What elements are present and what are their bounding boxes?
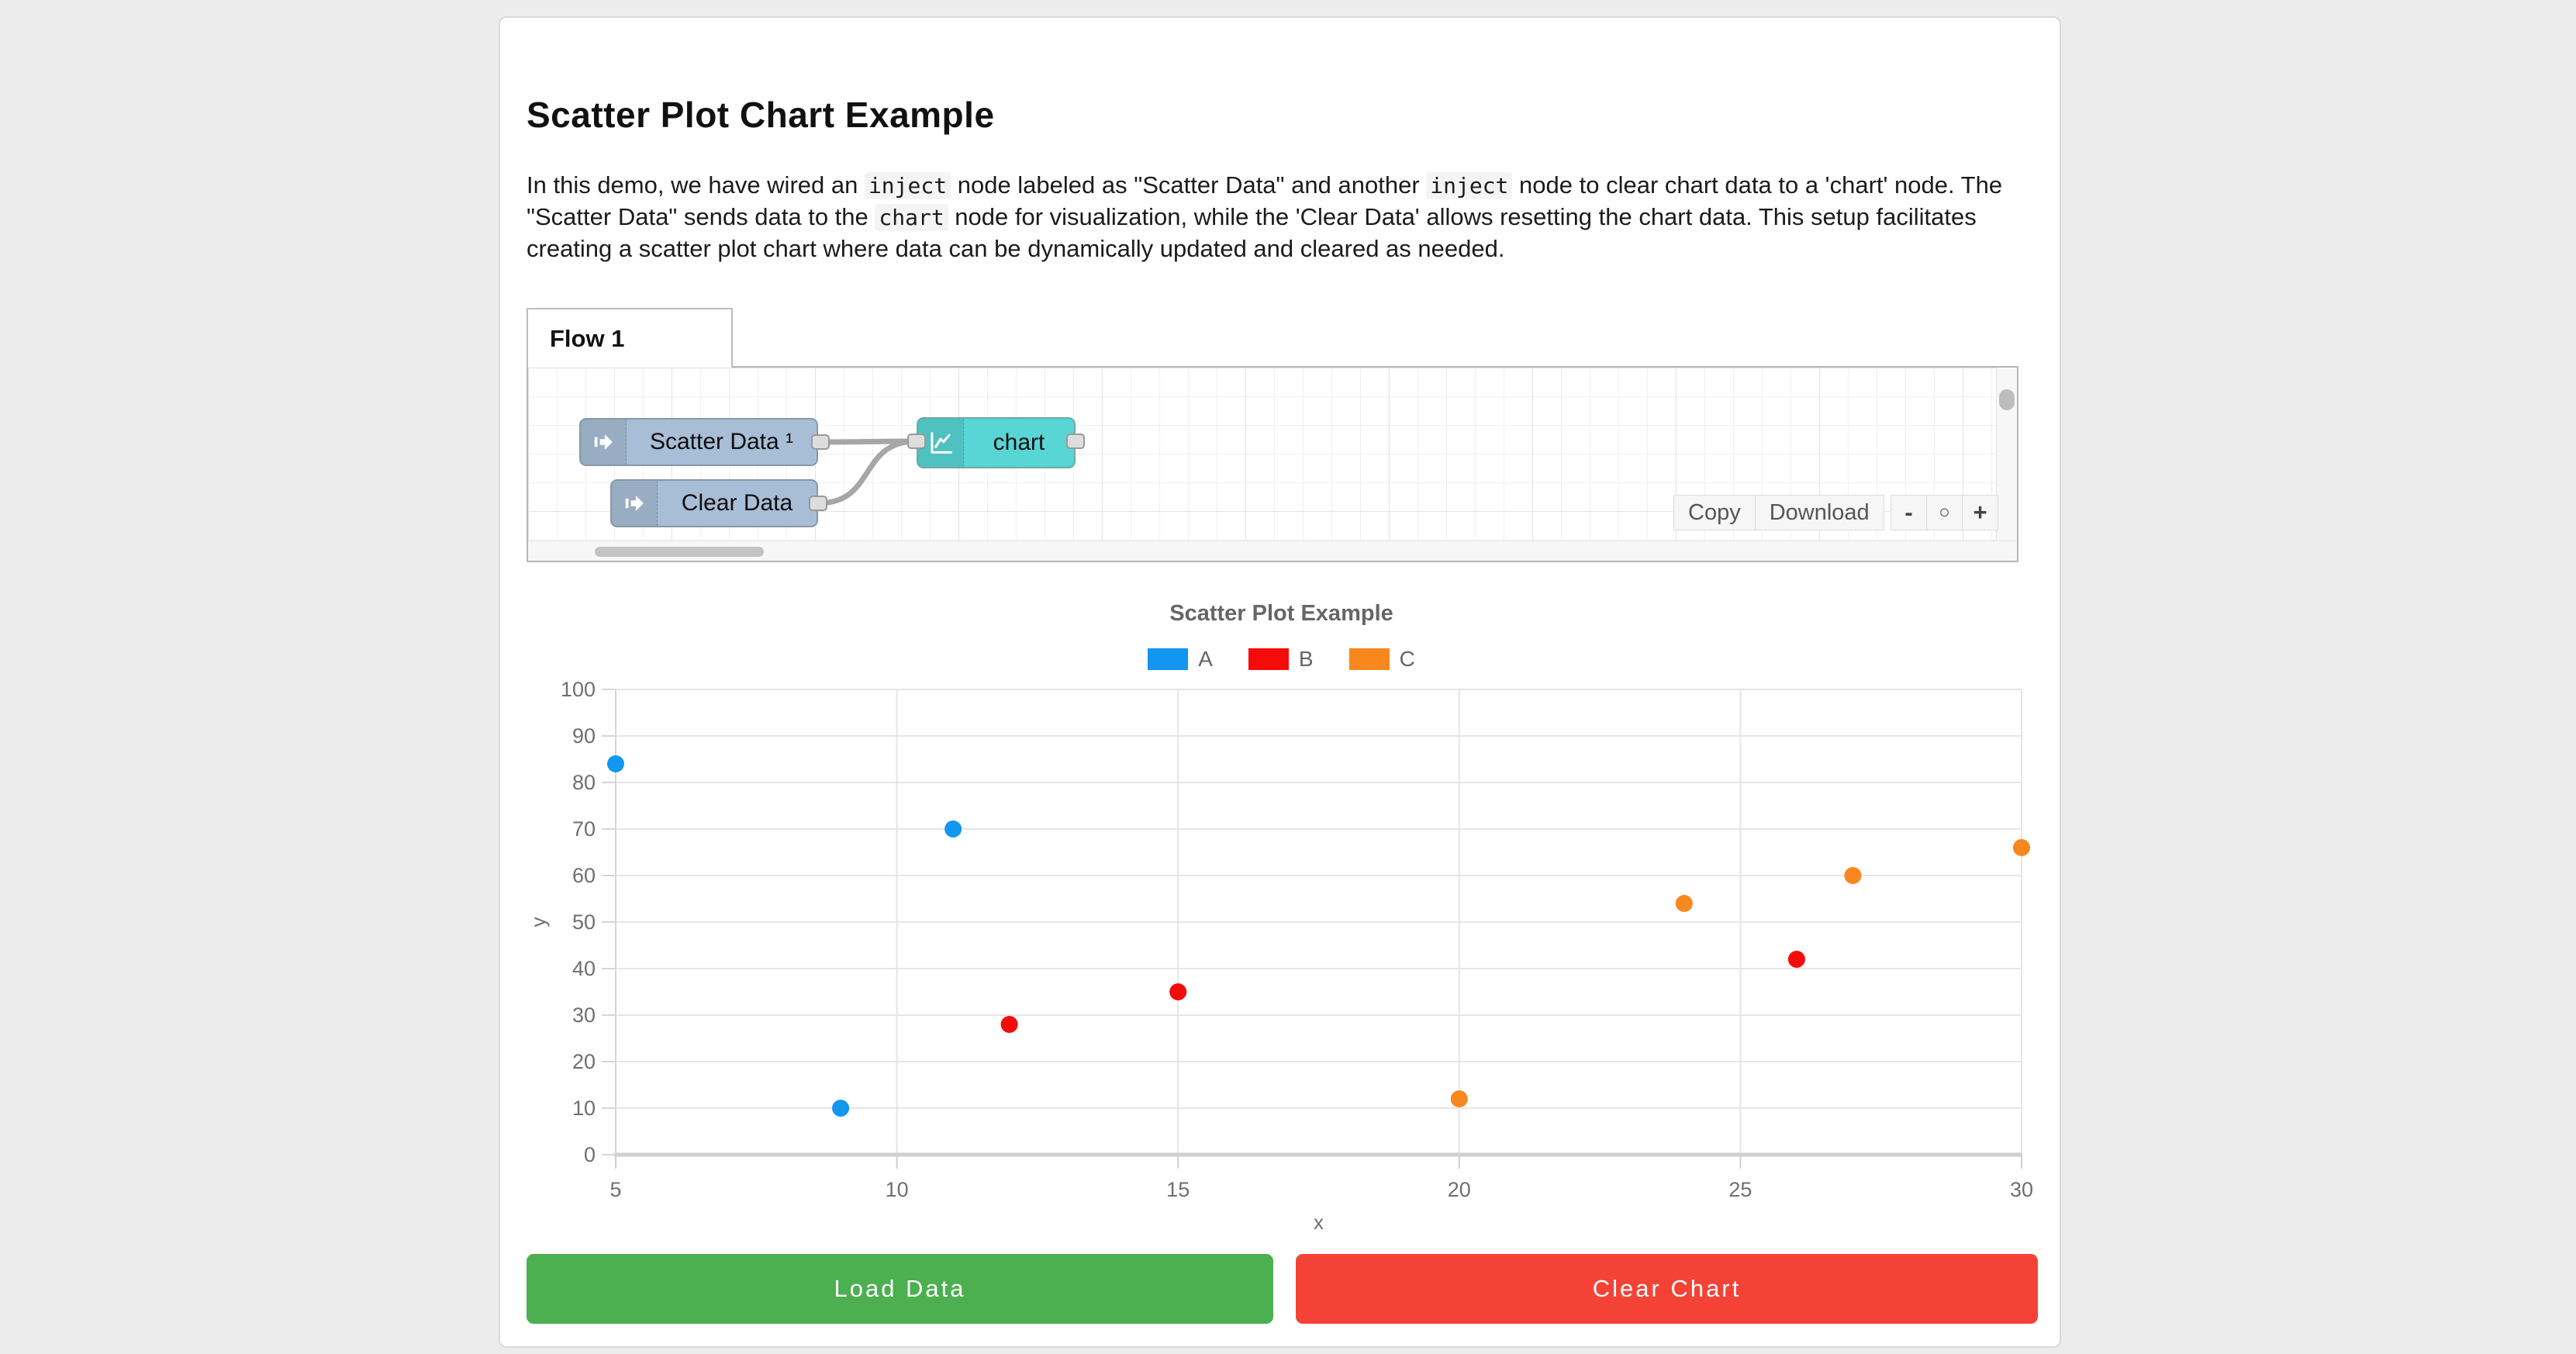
svg-text:30: 30: [572, 1003, 596, 1027]
chart-legend: A B C: [527, 646, 2036, 672]
inline-code: inject: [865, 172, 951, 199]
content-card: Scatter Plot Chart Example In this demo,…: [499, 16, 2061, 1348]
legend-label: B: [1299, 647, 1314, 672]
zoom-in-button[interactable]: +: [1962, 495, 1998, 530]
legend-swatch: [1349, 648, 1390, 670]
node-chart[interactable]: chart: [917, 417, 1076, 468]
download-button[interactable]: Download: [1755, 495, 1884, 530]
inline-code: chart: [875, 204, 948, 231]
svg-text:80: 80: [572, 771, 596, 794]
node-chart-label: chart: [964, 419, 1074, 467]
page-title: Scatter Plot Chart Example: [527, 94, 995, 136]
legend-item: C: [1349, 647, 1415, 672]
node-scatter-data-label: Scatter Data ¹: [627, 420, 817, 465]
node-scatter-data[interactable]: Scatter Data ¹: [579, 418, 818, 466]
svg-text:5: 5: [609, 1178, 621, 1201]
legend-item: A: [1148, 647, 1213, 672]
svg-text:40: 40: [572, 957, 596, 980]
zoom-controls: - ○ +: [1891, 495, 1998, 530]
svg-text:y: y: [527, 917, 550, 927]
tab-flow-1-label: Flow 1: [550, 325, 624, 353]
svg-text:70: 70: [572, 817, 596, 841]
intro-text: node labeled as "Scatter Data" and anoth…: [951, 171, 1426, 199]
svg-text:10: 10: [572, 1097, 596, 1120]
scatter-data-output-port[interactable]: [811, 434, 830, 450]
zoom-reset-button[interactable]: ○: [1926, 495, 1963, 530]
chart-title: Scatter Plot Example: [527, 601, 2036, 627]
legend-swatch: [1248, 648, 1289, 670]
chart-input-port[interactable]: [907, 433, 926, 449]
legend-item: B: [1248, 647, 1314, 672]
svg-text:60: 60: [572, 864, 596, 887]
page-background: { "intro": { "title": "Scatter Plot Char…: [0, 0, 2576, 1354]
clear-data-output-port[interactable]: [809, 496, 827, 511]
chart-output-port[interactable]: [1066, 433, 1085, 449]
legend-label: A: [1198, 647, 1213, 672]
svg-text:100: 100: [561, 678, 596, 701]
svg-text:25: 25: [1728, 1178, 1752, 1201]
svg-text:20: 20: [572, 1050, 596, 1073]
legend-swatch: [1148, 648, 1188, 670]
inject-icon: [612, 481, 658, 526]
svg-text:x: x: [1314, 1211, 1324, 1234]
svg-text:50: 50: [572, 910, 596, 934]
zoom-out-button[interactable]: -: [1891, 495, 1927, 530]
svg-text:30: 30: [2010, 1178, 2033, 1201]
inject-icon: [581, 420, 627, 465]
svg-text:15: 15: [1166, 1178, 1190, 1201]
svg-text:20: 20: [1448, 1178, 1471, 1201]
svg-text:10: 10: [886, 1178, 909, 1201]
node-clear-data-label: Clear Data: [658, 481, 817, 526]
tab-flow-1[interactable]: Flow 1: [527, 308, 733, 368]
clear-chart-button[interactable]: Clear Chart: [1296, 1254, 2038, 1324]
legend-label: C: [1400, 647, 1415, 672]
intro-text: In this demo, we have wired an: [527, 171, 865, 199]
horizontal-scrollbar-thumb[interactable]: [595, 547, 764, 557]
inline-code: inject: [1426, 172, 1512, 199]
flow-toolbar: Copy Download: [1673, 495, 1884, 530]
copy-button[interactable]: Copy: [1673, 495, 1756, 530]
svg-text:90: 90: [572, 724, 596, 748]
vertical-scrollbar-thumb[interactable]: [1999, 389, 2015, 410]
svg-text:0: 0: [584, 1143, 596, 1166]
node-clear-data[interactable]: Clear Data: [610, 479, 818, 527]
flow-canvas[interactable]: Scatter Data ¹ Clear Data chart Copy: [527, 366, 2018, 562]
intro-paragraph: In this demo, we have wired an inject no…: [527, 170, 2009, 264]
load-data-button[interactable]: Load Data: [527, 1254, 1273, 1324]
